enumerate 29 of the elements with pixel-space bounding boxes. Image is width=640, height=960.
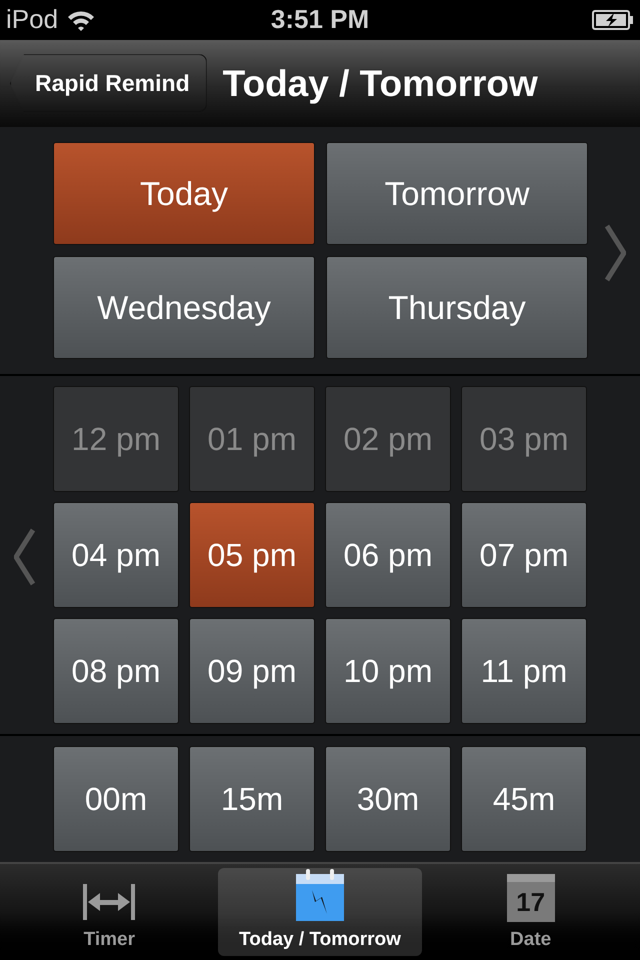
status-time: 3:51 PM xyxy=(270,3,370,36)
hour-button[interactable]: 09 pm xyxy=(189,618,315,724)
day-button[interactable]: Today xyxy=(53,142,315,246)
minute-button[interactable]: 15m xyxy=(189,746,315,852)
hour-button[interactable]: 04 pm xyxy=(53,502,179,608)
day-button[interactable]: Tomorrow xyxy=(326,142,588,246)
minute-button[interactable]: 45m xyxy=(461,746,587,852)
right-chevron-icon[interactable] xyxy=(604,224,626,282)
wifi-icon xyxy=(66,8,96,31)
back-button[interactable]: Rapid Remind xyxy=(10,54,207,112)
carrier-label: iPod xyxy=(6,3,58,36)
tab-bar-item[interactable]: Timer xyxy=(7,868,212,956)
calendar-lightning-icon xyxy=(294,868,345,922)
minute-button[interactable]: 30m xyxy=(325,746,451,852)
hour-button[interactable]: 07 pm xyxy=(461,502,587,608)
hour-button[interactable]: 08 pm xyxy=(53,618,179,724)
day-button[interactable]: Thursday xyxy=(326,256,588,360)
double-arrow-icon xyxy=(81,882,138,922)
hour-button[interactable]: 11 pm xyxy=(461,618,587,724)
hour-button[interactable]: 06 pm xyxy=(325,502,451,608)
tab-bar-item[interactable]: Today / Tomorrow xyxy=(218,868,422,956)
tab-bar-item[interactable]: 17 Date xyxy=(428,868,633,956)
minute-button[interactable]: 00m xyxy=(53,746,179,852)
left-chevron-icon[interactable] xyxy=(14,528,36,586)
day-button[interactable]: Wednesday xyxy=(53,256,315,360)
hour-button[interactable]: 10 pm xyxy=(325,618,451,724)
hour-button[interactable]: 05 pm xyxy=(189,502,315,608)
nav-title: Today / Tomorrow xyxy=(222,62,538,106)
battery-icon xyxy=(592,8,634,31)
